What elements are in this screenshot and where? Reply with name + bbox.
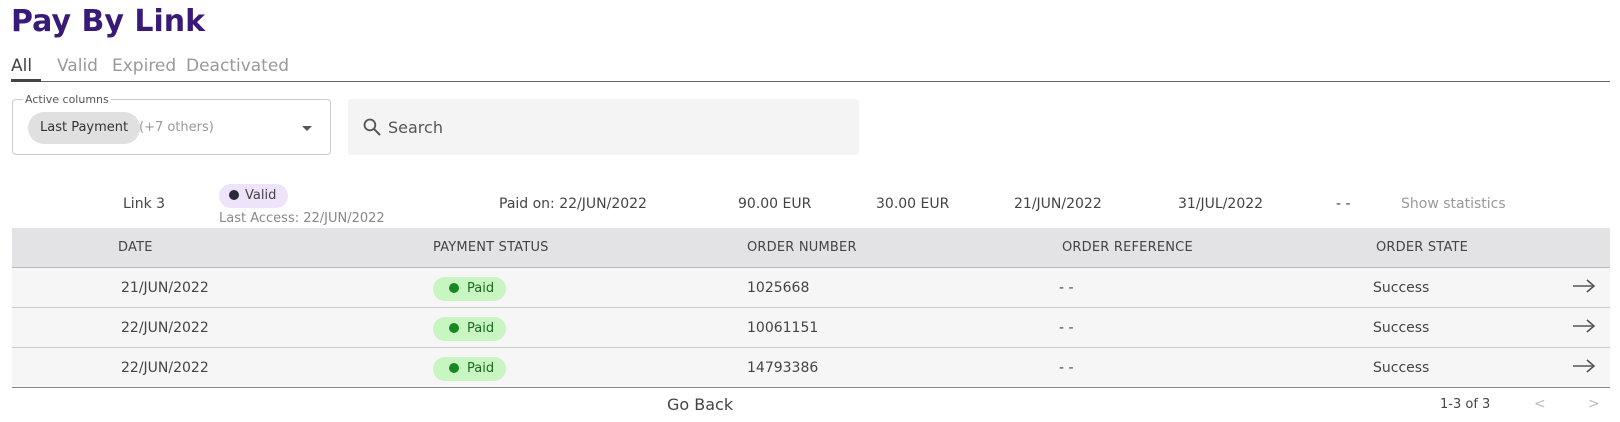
row-order-reference: - - (1059, 280, 1074, 296)
link-name: Link 3 (123, 196, 166, 212)
go-back-button[interactable]: Go Back (667, 395, 733, 414)
active-columns-select[interactable]: Active columns Last Payment (+7 others) (12, 93, 331, 155)
header-order-state[interactable]: ORDER STATE (1376, 240, 1468, 255)
paid-badge: Paid (433, 357, 507, 381)
status-dot-icon (229, 189, 239, 200)
tab-expired[interactable]: Expired (112, 56, 176, 76)
link-paid-amount: 30.00 EUR (876, 196, 950, 212)
header-payment-status[interactable]: PAYMENT STATUS (433, 240, 549, 255)
row-order-number: 14793386 (747, 360, 819, 376)
status-badge-label: Valid (245, 188, 277, 203)
tab-all[interactable]: All (11, 56, 32, 76)
table-row[interactable]: 22/JUN/2022 Paid 14793386 - - Success (12, 348, 1610, 388)
show-statistics-link[interactable]: Show statistics (1401, 196, 1506, 212)
row-order-number: 10061151 (747, 320, 819, 336)
tab-valid[interactable]: Valid (57, 56, 98, 76)
row-date: 21/JUN/2022 (121, 280, 209, 296)
paid-badge-label: Paid (467, 361, 495, 376)
table-row[interactable]: 22/JUN/2022 Paid 10061151 - - Success (12, 308, 1610, 348)
active-tab-indicator (11, 79, 41, 82)
payments-table: DATE PAYMENT STATUS ORDER NUMBER ORDER R… (12, 228, 1610, 388)
pagination-info: 1-3 of 3 (1440, 397, 1491, 412)
link-expiry-date: 31/JUL/2022 (1178, 196, 1264, 212)
table-footer: Go Back 1-3 of 3 < > (12, 388, 1610, 422)
row-date: 22/JUN/2022 (121, 320, 209, 336)
row-order-reference: - - (1059, 320, 1074, 336)
arrow-right-icon[interactable] (1572, 316, 1596, 336)
row-date: 22/JUN/2022 (121, 360, 209, 376)
other-columns-count: (+7 others) (139, 120, 214, 135)
row-order-number: 1025668 (747, 280, 810, 296)
last-payment-chip: Last Payment (28, 112, 141, 144)
paid-dot-icon (449, 282, 459, 293)
table-header: DATE PAYMENT STATUS ORDER NUMBER ORDER R… (12, 228, 1610, 268)
row-order-state: Success (1373, 360, 1430, 376)
tab-deactivated[interactable]: Deactivated (186, 56, 289, 76)
last-access: Last Access: 22/JUN/2022 (219, 211, 385, 226)
link-created-date: 21/JUN/2022 (1014, 196, 1102, 212)
paid-badge-label: Paid (467, 281, 495, 296)
header-date[interactable]: DATE (118, 240, 153, 255)
link-amount: 90.00 EUR (738, 196, 812, 212)
paid-dot-icon (449, 322, 459, 333)
paid-dot-icon (449, 362, 459, 373)
header-order-reference[interactable]: ORDER REFERENCE (1062, 240, 1193, 255)
search-icon (363, 118, 381, 136)
arrow-right-icon[interactable] (1572, 276, 1596, 296)
paid-badge: Paid (433, 277, 507, 301)
active-columns-label: Active columns (23, 93, 111, 106)
caret-down-icon[interactable] (302, 126, 312, 131)
paid-badge-label: Paid (467, 321, 495, 336)
row-order-reference: - - (1059, 360, 1074, 376)
row-order-state: Success (1373, 280, 1430, 296)
pay-by-link-page: Pay By Link All Valid Expired Deactivate… (0, 0, 1620, 422)
link-empty-value: - - (1336, 196, 1351, 212)
search-input[interactable] (388, 113, 828, 141)
row-order-state: Success (1373, 320, 1430, 336)
status-tabs: All Valid Expired Deactivated (11, 52, 1610, 82)
status-badge: Valid (219, 184, 289, 208)
prev-page-button[interactable]: < (1534, 396, 1546, 412)
paid-badge: Paid (433, 317, 507, 341)
arrow-right-icon[interactable] (1572, 356, 1596, 376)
page-title: Pay By Link (11, 4, 206, 39)
link-summary-row: Link 3 Valid Last Access: 22/JUN/2022 Pa… (11, 182, 1610, 228)
paid-on: Paid on: 22/JUN/2022 (499, 196, 647, 212)
table-row[interactable]: 21/JUN/2022 Paid 1025668 - - Success (12, 268, 1610, 308)
header-order-number[interactable]: ORDER NUMBER (747, 240, 857, 255)
search-field[interactable] (348, 99, 859, 155)
next-page-button[interactable]: > (1588, 396, 1600, 412)
